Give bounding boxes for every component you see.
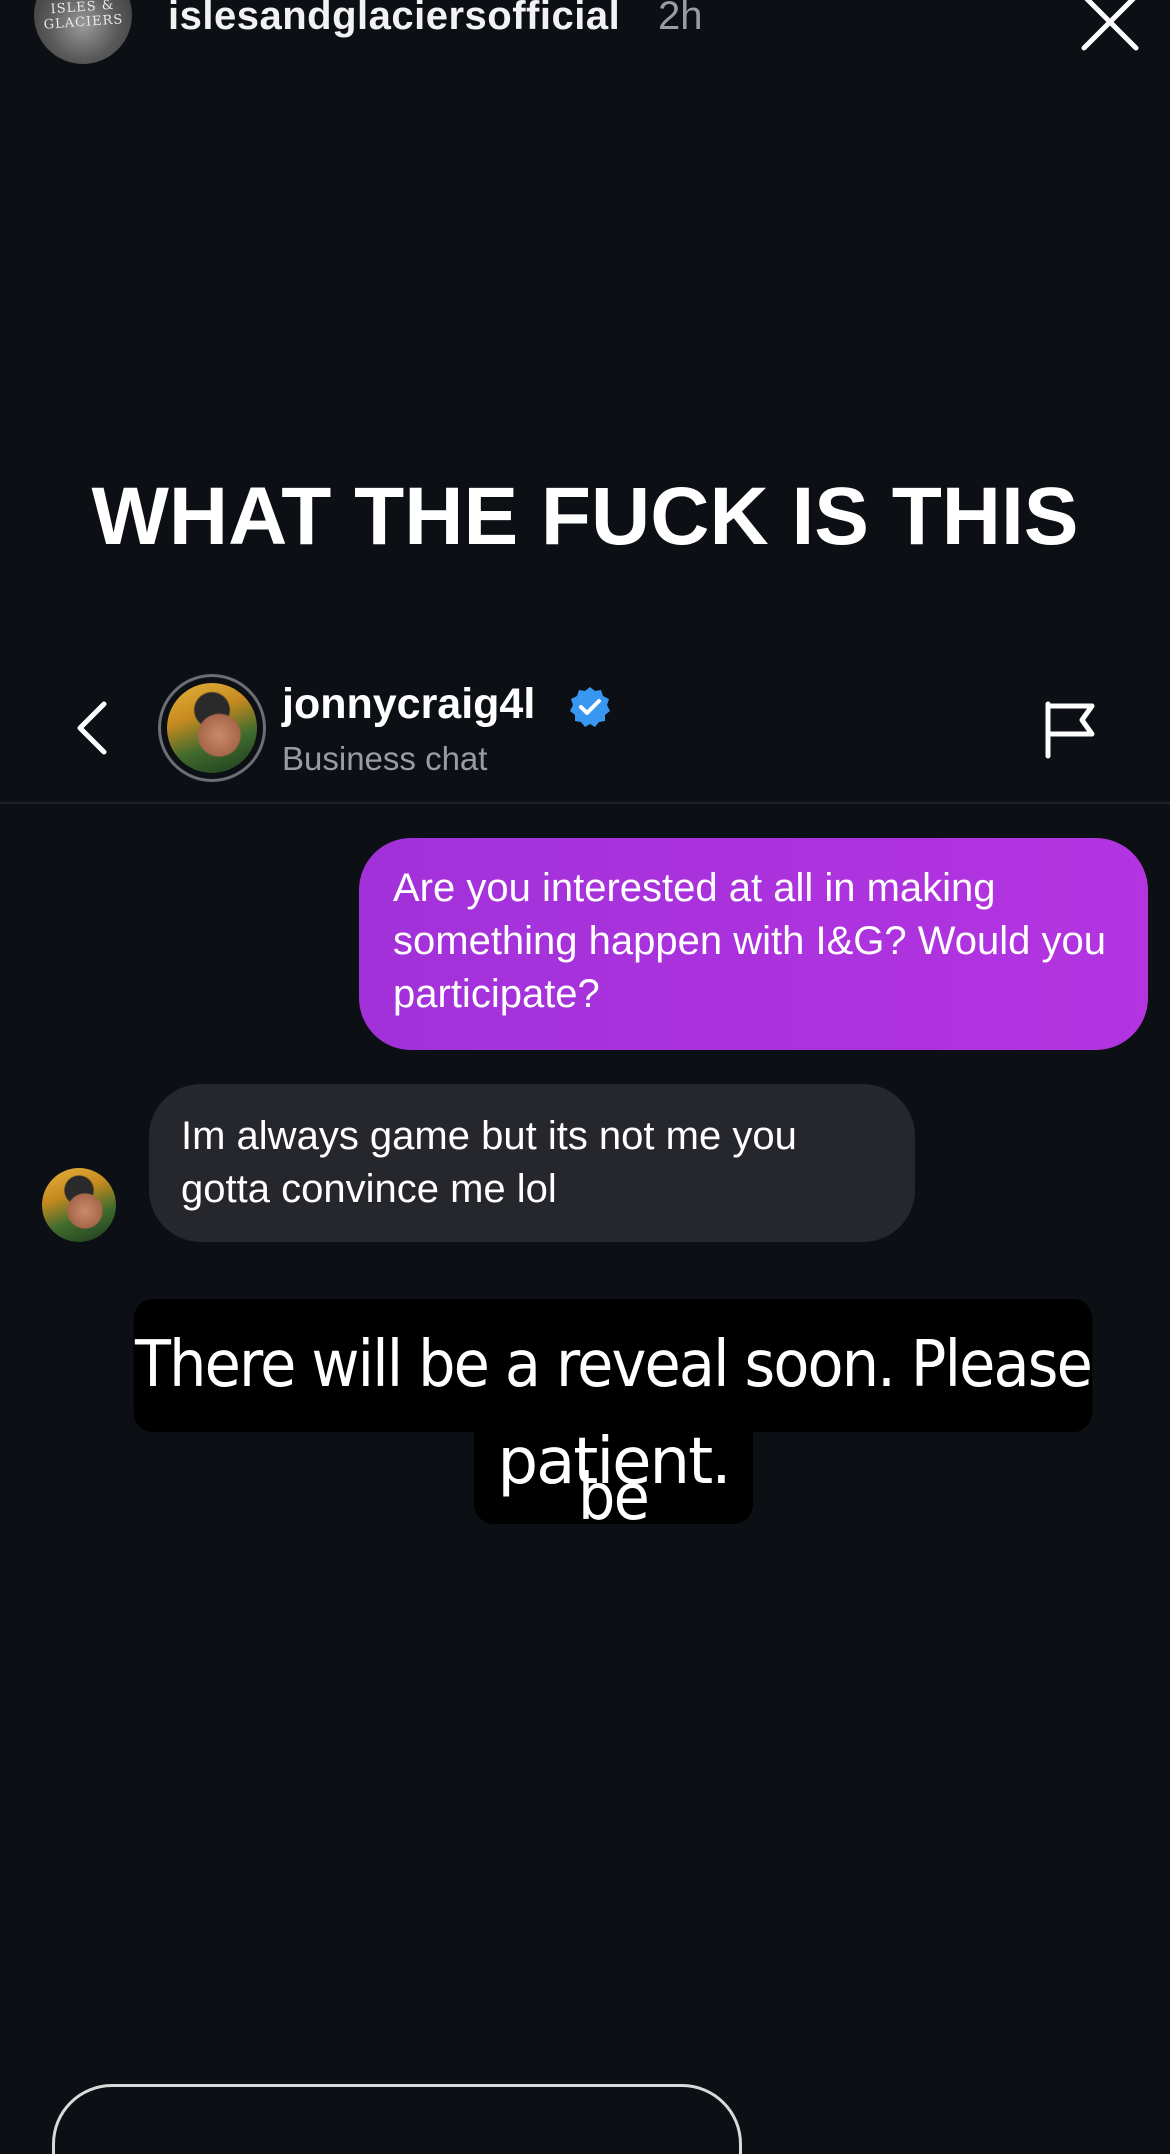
chevron-left-icon[interactable] <box>70 698 114 758</box>
story-avatar[interactable]: ISLES & GLACIERS <box>34 0 132 64</box>
flag-icon[interactable] <box>1042 700 1098 760</box>
reply-input[interactable] <box>52 2084 742 2154</box>
caption-text-line-1: There will be a reveal soon. Please be <box>133 1299 1093 1535</box>
story-headline-text: WHAT THE FUCK IS THIS <box>91 471 1079 562</box>
story-avatar-logo-text: ISLES & GLACIERS <box>43 0 124 33</box>
outgoing-message-bubble[interactable]: Are you interested at all in making some… <box>359 838 1148 1050</box>
verified-badge-icon <box>570 687 610 727</box>
close-icon[interactable] <box>1080 0 1140 52</box>
story-username[interactable]: islesandglaciersofficial <box>168 0 620 39</box>
story-timestamp: 2h <box>658 0 703 38</box>
dm-avatar[interactable] <box>158 674 266 782</box>
header-divider <box>0 802 1170 804</box>
dm-contact-name[interactable]: jonnycraig4l <box>282 680 535 729</box>
incoming-message-bubble[interactable]: Im always game but its not me you gotta … <box>149 1084 915 1242</box>
dm-avatar-image <box>167 683 257 773</box>
dm-subtitle: Business chat <box>282 740 488 777</box>
sender-avatar[interactable] <box>42 1168 116 1242</box>
